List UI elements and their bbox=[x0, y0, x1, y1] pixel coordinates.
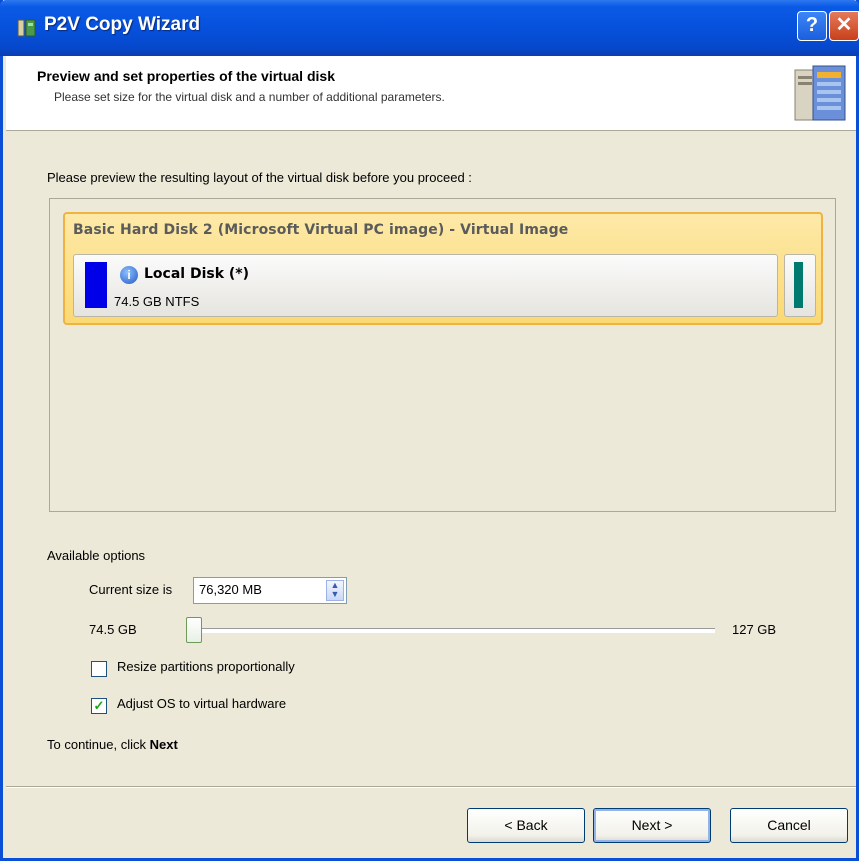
size-spin-input[interactable]: 76,320 MB ▲ ▼ bbox=[193, 577, 347, 604]
resize-partitions-label[interactable]: Resize partitions proportionally bbox=[117, 659, 295, 674]
adjust-os-checkbox[interactable]: ✓ bbox=[91, 698, 107, 714]
virtual-disk[interactable]: Basic Hard Disk 2 (Microsoft Virtual PC … bbox=[63, 212, 823, 325]
partition-local-disk[interactable]: i Local Disk (*) 74.5 GB NTFS bbox=[73, 254, 778, 317]
unallocated-color-bar bbox=[794, 262, 803, 308]
preview-instruction: Please preview the resulting layout of t… bbox=[47, 170, 472, 185]
wizard-header: Preview and set properties of the virtua… bbox=[6, 56, 856, 131]
app-icon bbox=[17, 19, 36, 37]
slider-min-label: 74.5 GB bbox=[89, 622, 137, 637]
disk-layout-preview: Basic Hard Disk 2 (Microsoft Virtual PC … bbox=[49, 198, 836, 512]
window-title: P2V Copy Wizard bbox=[44, 14, 201, 35]
continue-next-word: Next bbox=[149, 737, 178, 752]
size-slider-thumb[interactable] bbox=[186, 617, 202, 643]
current-size-label: Current size is bbox=[89, 582, 173, 597]
server-disk-icon bbox=[794, 65, 846, 121]
size-value: 76,320 MB bbox=[199, 582, 262, 597]
adjust-os-label[interactable]: Adjust OS to virtual hardware bbox=[117, 696, 286, 711]
page-subtitle: Please set size for the virtual disk and… bbox=[54, 90, 445, 104]
partition-name: Local Disk (*) bbox=[144, 266, 250, 282]
close-button[interactable]: ✕ bbox=[829, 11, 859, 41]
help-button[interactable]: ? bbox=[797, 11, 827, 41]
size-slider-track[interactable] bbox=[193, 628, 715, 633]
next-button[interactable]: Next > bbox=[593, 808, 711, 843]
wizard-window: P2V Copy Wizard ? ✕ Preview and set prop… bbox=[0, 0, 859, 861]
continue-hint: To continue, click Next bbox=[47, 737, 178, 752]
page-title: Preview and set properties of the virtua… bbox=[37, 68, 335, 84]
footer-divider bbox=[6, 786, 856, 788]
disk-title: Basic Hard Disk 2 (Microsoft Virtual PC … bbox=[73, 222, 569, 238]
back-button[interactable]: < Back bbox=[467, 808, 585, 843]
slider-max-label: 127 GB bbox=[732, 622, 777, 637]
resize-partitions-checkbox[interactable] bbox=[91, 661, 107, 677]
partition-color-bar bbox=[85, 262, 107, 308]
info-icon: i bbox=[120, 266, 138, 284]
partition-size: 74.5 GB NTFS bbox=[114, 294, 200, 309]
title-bar[interactable]: P2V Copy Wizard ? ✕ bbox=[0, 0, 859, 56]
spin-arrows-icon[interactable]: ▲ ▼ bbox=[326, 580, 344, 601]
cancel-button[interactable]: Cancel bbox=[730, 808, 848, 843]
available-options-label: Available options bbox=[47, 548, 146, 563]
unallocated-space[interactable] bbox=[784, 254, 816, 317]
